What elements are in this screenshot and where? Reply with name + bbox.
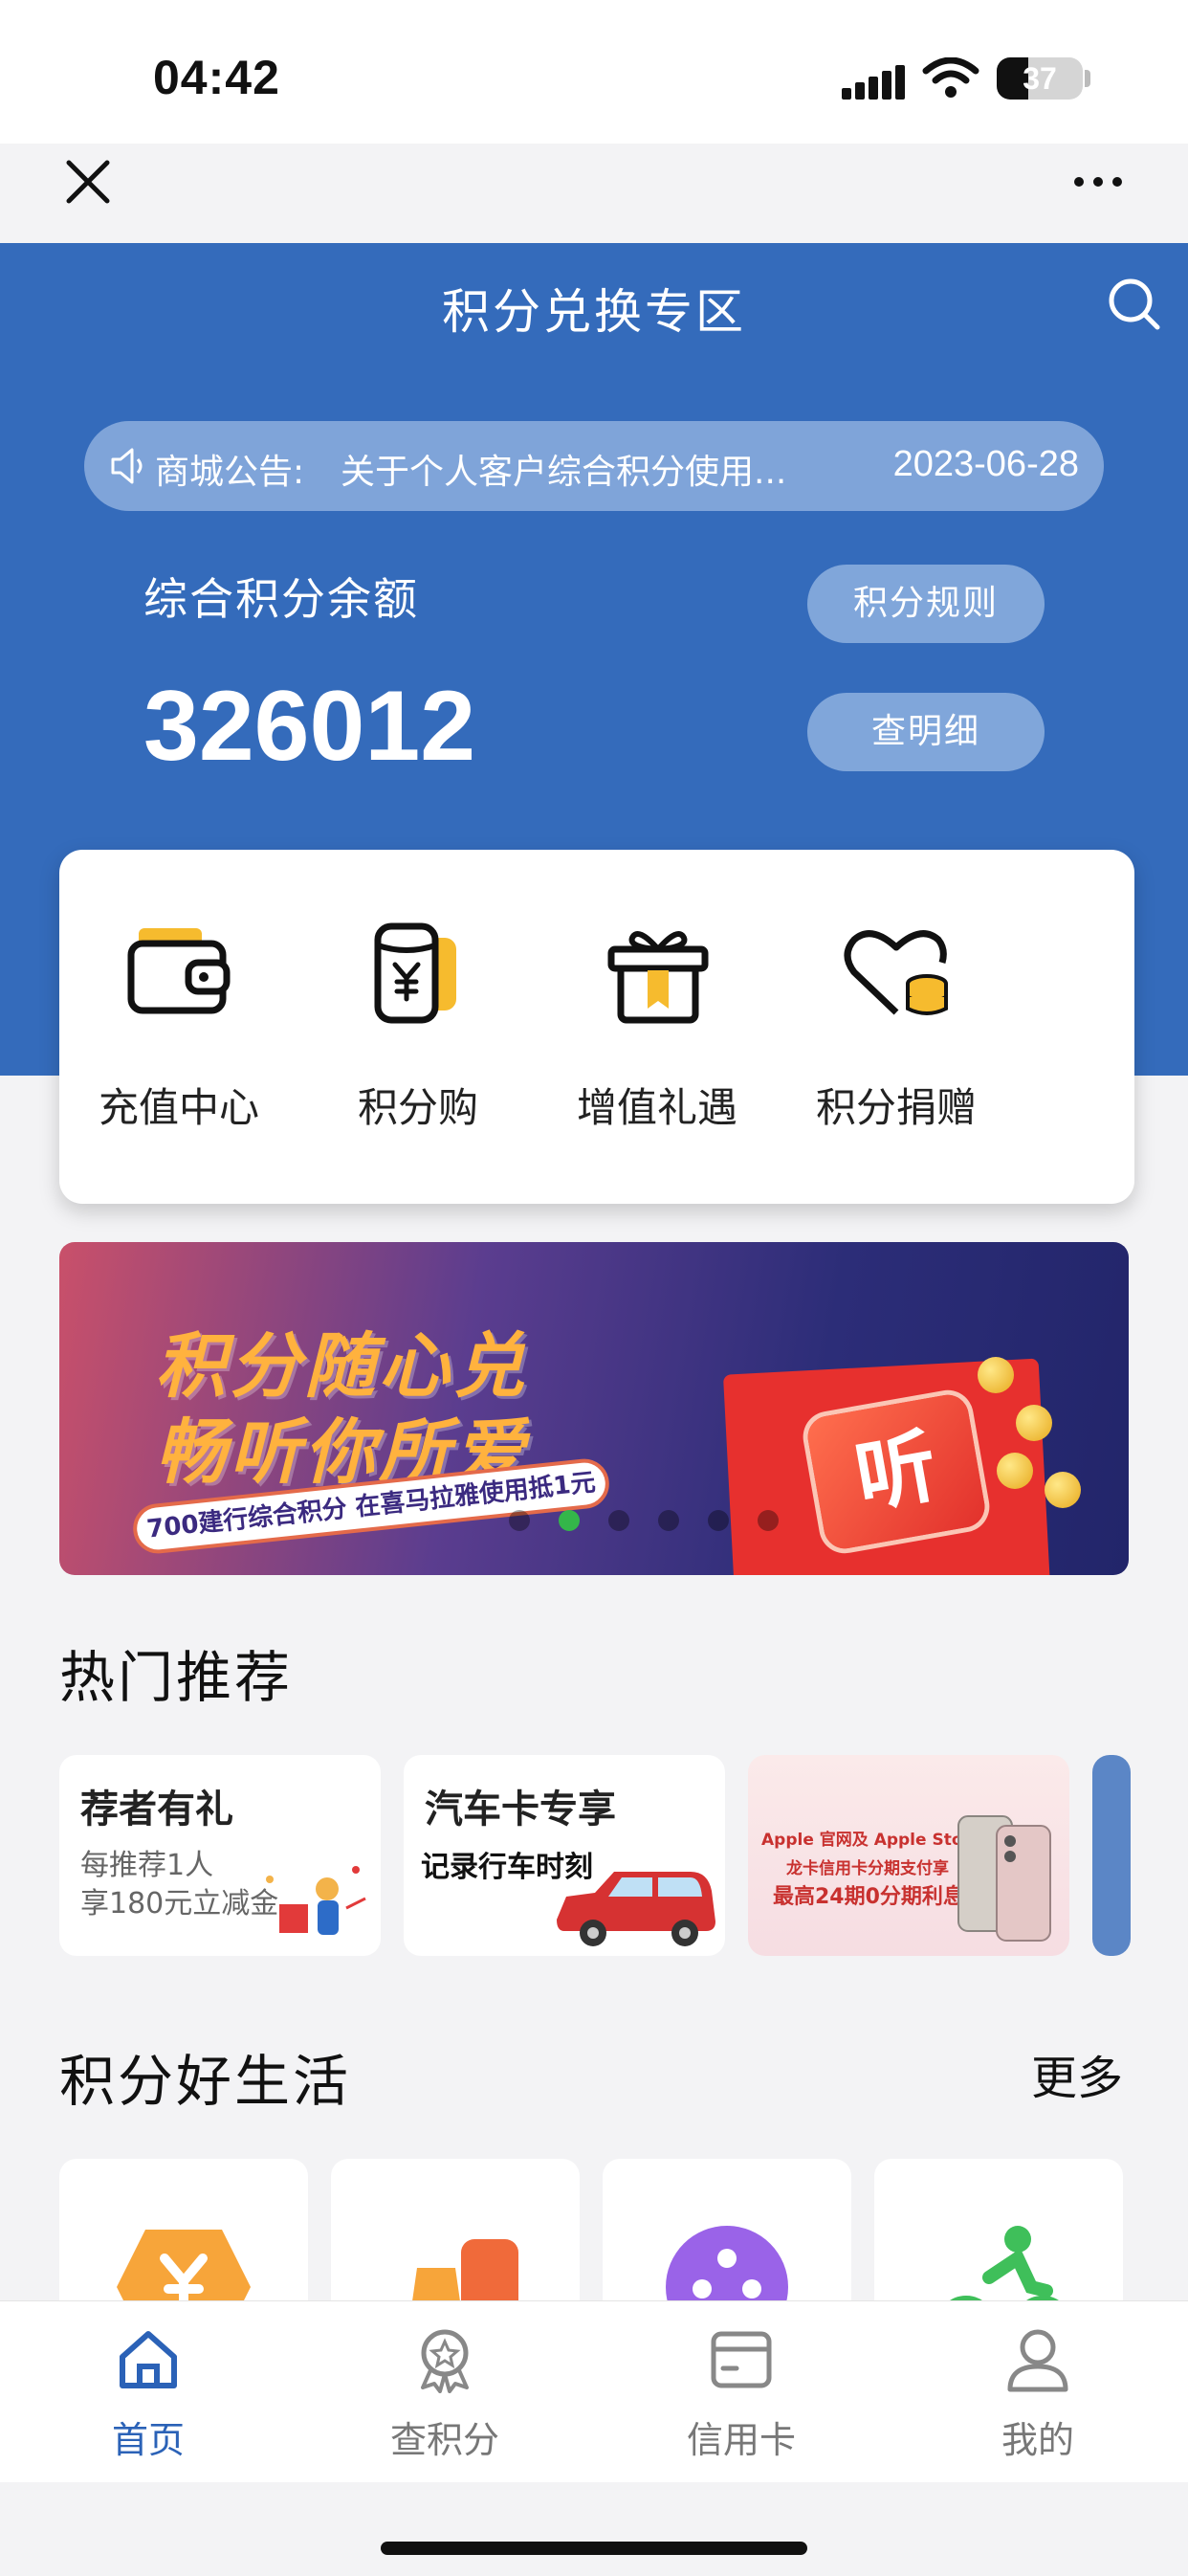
tab-label: 我的 [1001,2419,1074,2461]
battery-tip [1085,70,1090,87]
tab-label: 信用卡 [686,2419,796,2461]
carousel-dot[interactable] [758,1510,779,1531]
battery-level-text: 37 [1023,61,1057,96]
banner-coin [978,1357,1014,1393]
close-icon[interactable] [59,153,117,211]
banner-coin [1016,1405,1052,1441]
hot-card-subtitle: 每推荐1人 享180元立减金 [80,1847,278,1923]
more-link[interactable]: 更多 [1031,2040,1123,2107]
view-details-button[interactable]: 查明细 [807,693,1045,771]
car-illustration [557,1872,715,1946]
badge-icon [421,2329,469,2393]
gift-icon [607,931,709,1024]
carousel-dot[interactable] [559,1510,580,1531]
home-indicator [0,2482,1188,2576]
status-bar: 04:42 37 [0,0,1188,204]
hot-card-title: 汽车卡专享 [425,1788,616,1832]
action-points-purchase[interactable]: 积分购 [298,850,538,1204]
more-options-icon[interactable] [1069,163,1127,201]
bottom-tab-bar: 首页 查积分 信用卡 我的 [0,2300,1188,2482]
hot-card-car[interactable]: 汽车卡专享 记录行车时刻 [404,1755,725,1956]
heart-coins-icon [844,930,948,1015]
wallet-icon [127,928,231,1014]
hot-card-apple-installment[interactable]: Apple 官网及 Apple Store 零售店 龙卡信用卡分期支付享 最高2… [748,1755,1069,1956]
hot-card-title: 荐者有礼 [80,1788,233,1832]
celebration-illustration [266,1866,366,1935]
action-points-donation[interactable]: 积分捐赠 [777,850,1016,1204]
tab-label: 首页 [111,2419,185,2461]
yuan-cup-icon [374,922,456,1024]
carousel-dot[interactable] [608,1510,629,1531]
action-label: 积分购 [357,1084,478,1131]
tab-check-points[interactable]: 查积分 [297,2301,593,2483]
status-time: 04:42 [153,51,280,104]
points-rules-button[interactable]: 积分规则 [807,565,1045,643]
hot-card-line: 龙卡信用卡分期支付享 [786,1859,949,1878]
cellular-signal-icon [842,65,905,100]
tab-credit-card[interactable]: 信用卡 [593,2301,890,2483]
hot-recommend-title: 热门推荐 [59,1645,294,1710]
banner-coin [1045,1472,1081,1508]
carousel-dot[interactable] [509,1510,530,1531]
page-title: 积分兑换专区 [442,284,746,340]
battery-indicator: 37 [997,57,1083,100]
carousel-dot[interactable] [658,1510,679,1531]
carousel-dot[interactable] [708,1510,729,1531]
action-label: 充值中心 [98,1084,259,1131]
home-indicator-bar [381,2542,807,2555]
banner-logo: 听 [804,1391,988,1552]
hot-card-next-peek[interactable] [1092,1755,1131,1956]
promo-banner[interactable]: 积分随心兑 畅听你所爱 700建行综合积分 在喜马拉雅使用抵1元 听 [59,1242,1129,1575]
card-icon [711,2331,772,2388]
tab-home[interactable]: 首页 [0,2301,297,2483]
hot-card-subtitle-line: 享180元立减金 [80,1887,279,1921]
balance-value: 326012 [143,671,476,782]
life-section-title: 积分好生活 [59,2049,352,2114]
home-icon [120,2331,177,2388]
speaker-icon [111,448,143,484]
action-label: 增值礼遇 [576,1084,737,1131]
announcement-bar[interactable]: 商城公告: 关于个人客户综合积分使用... 2023-06-28 [84,421,1104,511]
announcement-date: 2023-06-28 [892,444,1079,484]
announcement-message: 关于个人客户综合积分使用... [341,453,787,492]
tab-mine[interactable]: 我的 [890,2301,1186,2483]
quick-actions-card: 充值中心 积分购 增值礼遇 积分捐赠 [59,850,1134,1204]
tab-label: 查积分 [389,2419,499,2461]
action-recharge-center[interactable]: 充值中心 [59,850,298,1204]
hot-card-subtitle-line: 每推荐1人 [80,1849,214,1882]
balance-label: 综合积分余额 [143,573,419,625]
phone-illustration [957,1815,1051,1942]
wifi-icon [922,57,979,98]
hot-card-line: 最高24期0分期利息 [773,1885,964,1909]
action-label: 积分捐赠 [815,1084,977,1131]
banner-coin [997,1453,1033,1489]
search-icon[interactable] [1104,274,1165,335]
user-icon [1007,2329,1068,2392]
action-value-added-gifts[interactable]: 增值礼遇 [538,850,777,1204]
announcement-label: 商城公告: [155,453,305,492]
hot-card-referral[interactable]: 荐者有礼 每推荐1人 享180元立减金 [59,1755,381,1956]
